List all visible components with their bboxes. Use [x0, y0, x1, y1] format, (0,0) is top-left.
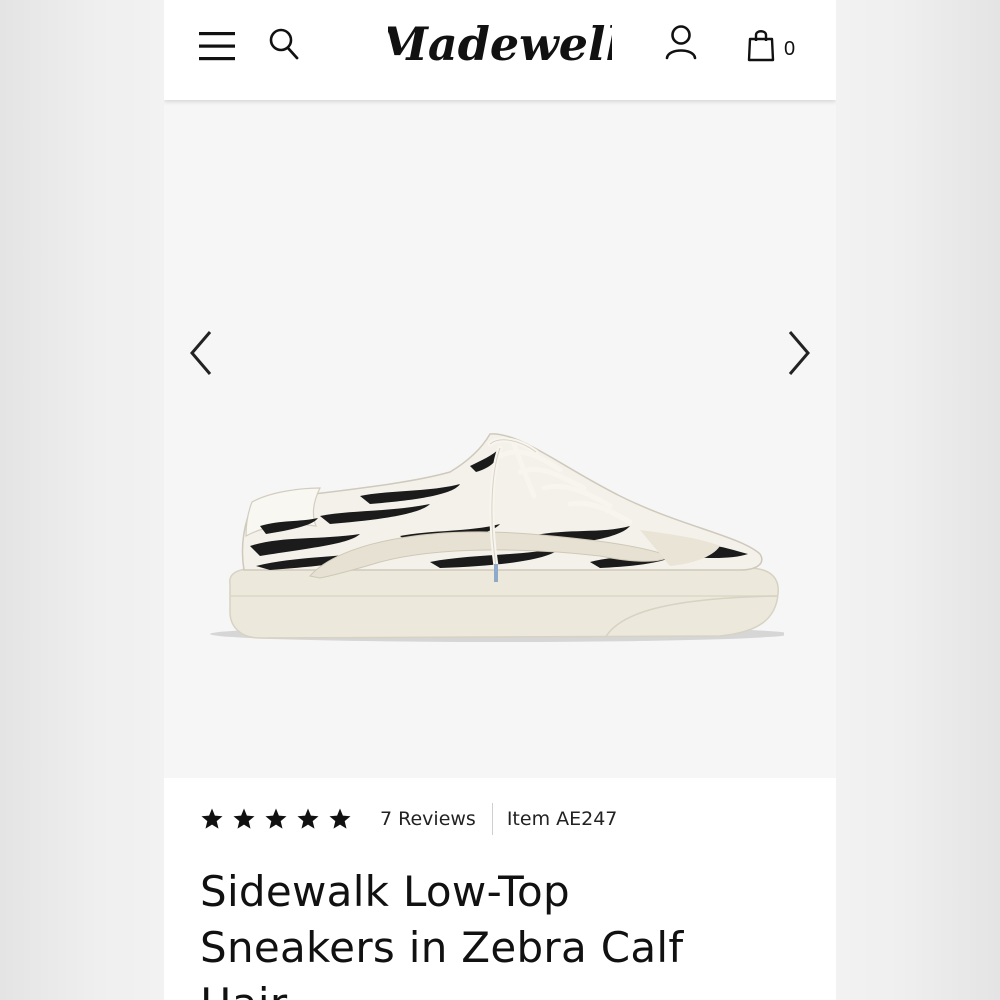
account-icon[interactable]: [664, 24, 698, 62]
site-header: Madewell 0: [164, 0, 836, 100]
background-right: [836, 0, 1000, 1000]
search-icon[interactable]: [268, 26, 300, 62]
menu-icon[interactable]: [198, 30, 236, 62]
logo-text: Madewell: [388, 17, 612, 71]
star-icon: [201, 808, 223, 829]
star-rating[interactable]: [200, 807, 352, 831]
chevron-left-icon[interactable]: [186, 328, 216, 378]
rating-row: 7 Reviews Item AE247: [200, 802, 617, 836]
bag-count[interactable]: 0: [784, 38, 795, 61]
product-info: 7 Reviews Item AE247 Sidewalk Low-Top Sn…: [164, 778, 836, 1000]
star-icon: [297, 808, 319, 829]
product-image-gallery: [164, 100, 836, 776]
star-icon: [265, 808, 287, 829]
star-icon: [329, 808, 351, 829]
madewell-logo[interactable]: Madewell: [388, 14, 612, 80]
shopping-bag-icon[interactable]: [746, 28, 776, 62]
background-left: [0, 0, 164, 1000]
phone-screen: Madewell 0 7 Reviews Item AE247 Sidewalk…: [164, 0, 836, 1000]
product-title: Sidewalk Low-Top Sneakers in Zebra Calf …: [200, 867, 684, 1000]
item-number: Item AE247: [506, 808, 618, 830]
chevron-right-icon[interactable]: [784, 328, 814, 378]
star-icon: [233, 808, 255, 829]
reviews-link[interactable]: 7 Reviews: [380, 808, 476, 830]
divider: [491, 803, 493, 835]
product-image: [210, 433, 784, 642]
